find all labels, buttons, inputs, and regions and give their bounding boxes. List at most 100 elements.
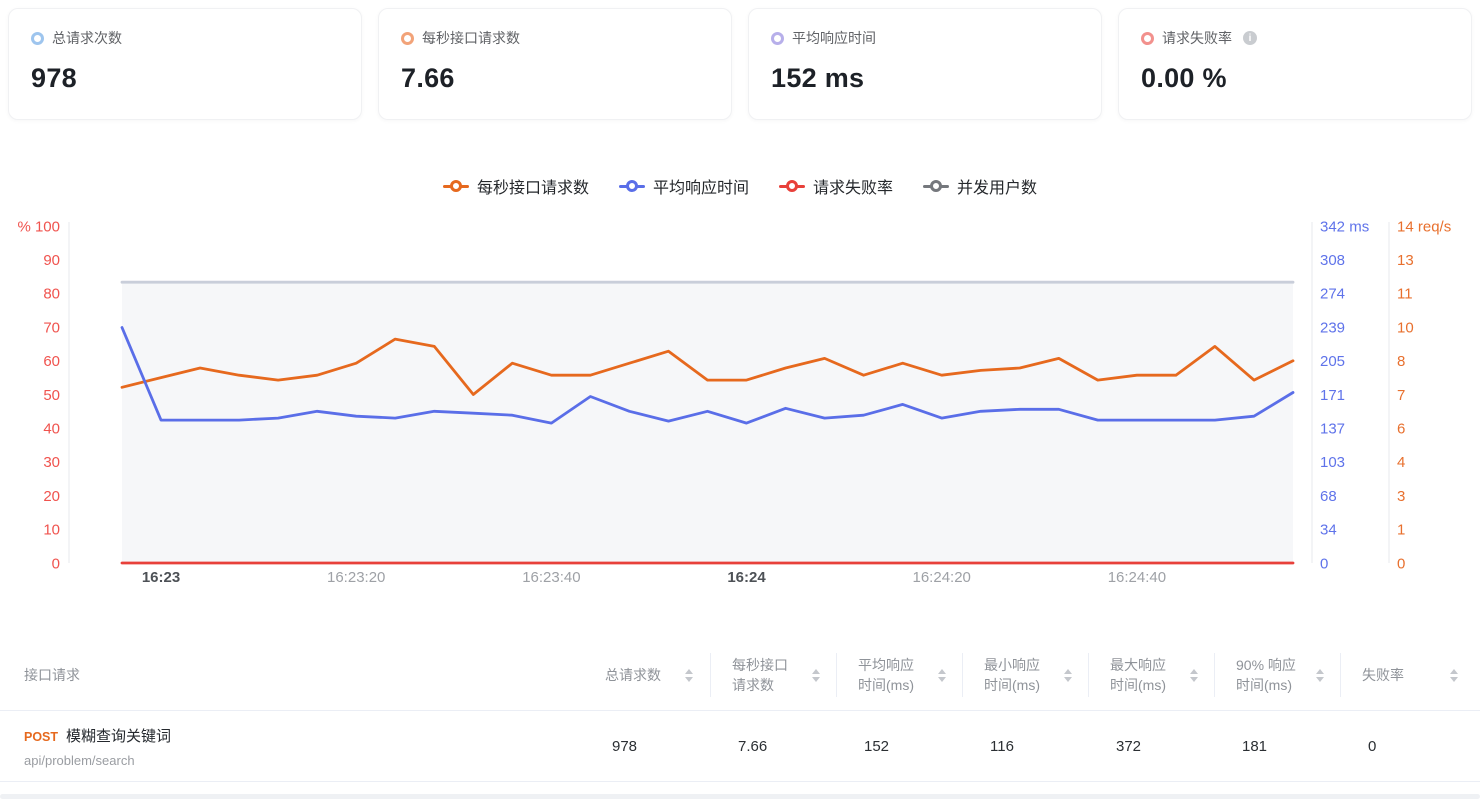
x-axis-tick: 16:23: [142, 569, 180, 586]
sort-caret-icon: [938, 668, 946, 682]
right-ms-axis-tick: 34: [1320, 522, 1337, 539]
sort-asc-icon[interactable]: [1316, 668, 1324, 674]
left-axis-tick: 10: [43, 522, 60, 539]
legend-marker-icon: [923, 180, 950, 192]
sort-caret-icon: [1190, 668, 1198, 682]
info-icon[interactable]: i: [1243, 31, 1257, 45]
column-header[interactable]: 失败率: [1340, 653, 1480, 697]
sort-asc-icon[interactable]: [938, 668, 946, 674]
table-body: POST 模糊查询关键词 api/problem/search 978 7.66 152 1…: [0, 710, 1480, 782]
column-header[interactable]: 90% 响应 时间(ms): [1214, 653, 1340, 697]
table-row[interactable]: POST 模糊查询关键词 api/problem/search 978 7.66 152 1…: [0, 710, 1480, 782]
stat-card: 每秒接口请求数 7.66: [378, 8, 732, 120]
metric-cell: 0: [1368, 737, 1377, 755]
x-axis-tick: 16:23:40: [522, 569, 580, 586]
right-ms-axis-tick: 0: [1320, 555, 1328, 572]
column-header-label: 每秒接口 请求数: [732, 656, 788, 693]
stat-dot-icon: [1141, 31, 1154, 45]
right-rps-axis-tick: 6: [1397, 420, 1405, 437]
metric-cell: 116: [990, 737, 1014, 755]
legend-marker-icon: [779, 180, 805, 192]
left-axis-tick: 60: [43, 353, 60, 370]
sort-asc-icon[interactable]: [1190, 668, 1198, 674]
column-header[interactable]: 平均响应 时间(ms): [836, 653, 962, 697]
column-header[interactable]: 最小响应 时间(ms): [962, 653, 1088, 697]
right-ms-axis-tick: 68: [1320, 488, 1337, 505]
sort-asc-icon[interactable]: [685, 668, 693, 674]
stat-card-label: 请求失败率: [1162, 30, 1232, 46]
column-header-label: 90% 响应 时间(ms): [1236, 656, 1296, 693]
legend-marker-icon: [442, 180, 469, 192]
sort-desc-icon[interactable]: [1450, 676, 1458, 682]
sort-caret-icon: [1450, 668, 1458, 682]
column-header-label: 总请求数: [605, 666, 661, 683]
legend-item[interactable]: 平均响应时间: [618, 174, 749, 198]
stat-dot-icon: [771, 31, 784, 45]
left-axis-tick: 40: [43, 420, 60, 437]
table-header-row: 接口请求 总请求数 每秒接口 请求数 平均响应 时间(ms) 最小响应 时间(ms) 最大响应…: [0, 640, 1480, 710]
stat-card: 平均响应时间 152 ms: [748, 8, 1102, 120]
stat-card-header: 总请求次数: [31, 28, 339, 48]
column-header-request: 接口请求: [24, 667, 80, 683]
column-header-label: 最小响应 时间(ms): [984, 656, 1040, 693]
sort-desc-icon[interactable]: [812, 676, 820, 682]
stat-card-label: 总请求次数: [52, 30, 122, 46]
sort-desc-icon[interactable]: [1316, 676, 1324, 682]
x-axis-tick: 16:24:20: [913, 569, 971, 586]
right-ms-axis-tick: 308: [1320, 252, 1345, 269]
legend-item[interactable]: 请求失败率: [779, 174, 893, 198]
sort-asc-icon[interactable]: [1450, 668, 1458, 674]
method-badge: POST: [24, 729, 59, 744]
stat-card-value: 7.66: [401, 63, 455, 93]
stat-card-header: 平均响应时间: [771, 28, 1079, 48]
right-ms-axis-tick: 274: [1320, 286, 1345, 303]
left-axis-tick: 90: [43, 252, 60, 269]
performance-chart: % 1009080706050403020100342 ms3082742392…: [17, 218, 1451, 586]
legend-item[interactable]: 每秒接口请求数: [442, 174, 589, 198]
x-axis-tick: 16:24:40: [1108, 569, 1166, 586]
requests-table: 接口请求 总请求数 每秒接口 请求数 平均响应 时间(ms) 最小响应 时间(ms) 最大响应…: [0, 640, 1480, 799]
sort-desc-icon[interactable]: [1064, 676, 1072, 682]
metric-cell: 372: [1116, 737, 1142, 755]
legend-marker-ring: [625, 180, 638, 192]
legend-item-label: 并发用户数: [957, 180, 1038, 197]
column-header[interactable]: 每秒接口 请求数: [710, 653, 836, 697]
request-name: 模糊查询关键词: [66, 727, 172, 745]
legend-marker-ring: [449, 180, 462, 192]
right-ms-axis-tick: 103: [1320, 454, 1345, 471]
sort-desc-icon[interactable]: [938, 676, 946, 682]
legend-item-label: 请求失败率: [813, 180, 894, 197]
right-ms-axis-tick: 137: [1320, 420, 1345, 437]
request-cell: POST 模糊查询关键词 api/problem/search: [0, 725, 584, 768]
horizontal-scrollbar[interactable]: [0, 794, 1480, 799]
chart-section: 每秒接口请求数 平均响应时间 请求失败率 并发用户数 % 100 90 80 70 60 50 4…: [0, 174, 1480, 615]
chart-legend: 每秒接口请求数 平均响应时间 请求失败率 并发用户数: [0, 174, 1480, 198]
metric-cell: 152: [864, 737, 890, 755]
left-axis-tick: % 100: [17, 218, 60, 235]
x-axis-tick: 16:23:20: [327, 569, 385, 586]
sort-desc-icon[interactable]: [685, 676, 693, 682]
sort-desc-icon[interactable]: [1190, 676, 1198, 682]
legend-marker-ring: [786, 180, 798, 192]
sort-asc-icon[interactable]: [812, 668, 820, 674]
right-rps-axis-tick: 7: [1397, 387, 1405, 404]
right-ms-axis-tick: 171: [1320, 387, 1345, 404]
column-header[interactable]: 最大响应 时间(ms): [1088, 653, 1214, 697]
column-header[interactable]: 总请求数: [584, 653, 710, 697]
request-path: api/problem/search: [24, 752, 135, 768]
right-rps-axis-tick: 3: [1397, 488, 1405, 505]
stat-card-header: 每秒接口请求数: [401, 28, 709, 48]
left-axis-tick: 70: [43, 319, 60, 336]
right-rps-axis-tick: 13: [1397, 252, 1414, 269]
legend-item[interactable]: 并发用户数: [923, 174, 1037, 198]
legend-marker-ring: [930, 180, 943, 192]
right-ms-axis-tick: 205: [1320, 353, 1345, 370]
right-rps-axis-tick: 10: [1397, 319, 1414, 336]
stat-card-label: 每秒接口请求数: [422, 30, 520, 46]
stat-dot-icon: [31, 31, 44, 45]
stat-card-value: 152 ms: [771, 63, 865, 93]
stat-card-value: 0.00 %: [1141, 63, 1227, 93]
right-rps-axis-tick: 1: [1397, 522, 1405, 539]
left-axis-tick: 20: [43, 488, 60, 505]
sort-asc-icon[interactable]: [1064, 668, 1072, 674]
